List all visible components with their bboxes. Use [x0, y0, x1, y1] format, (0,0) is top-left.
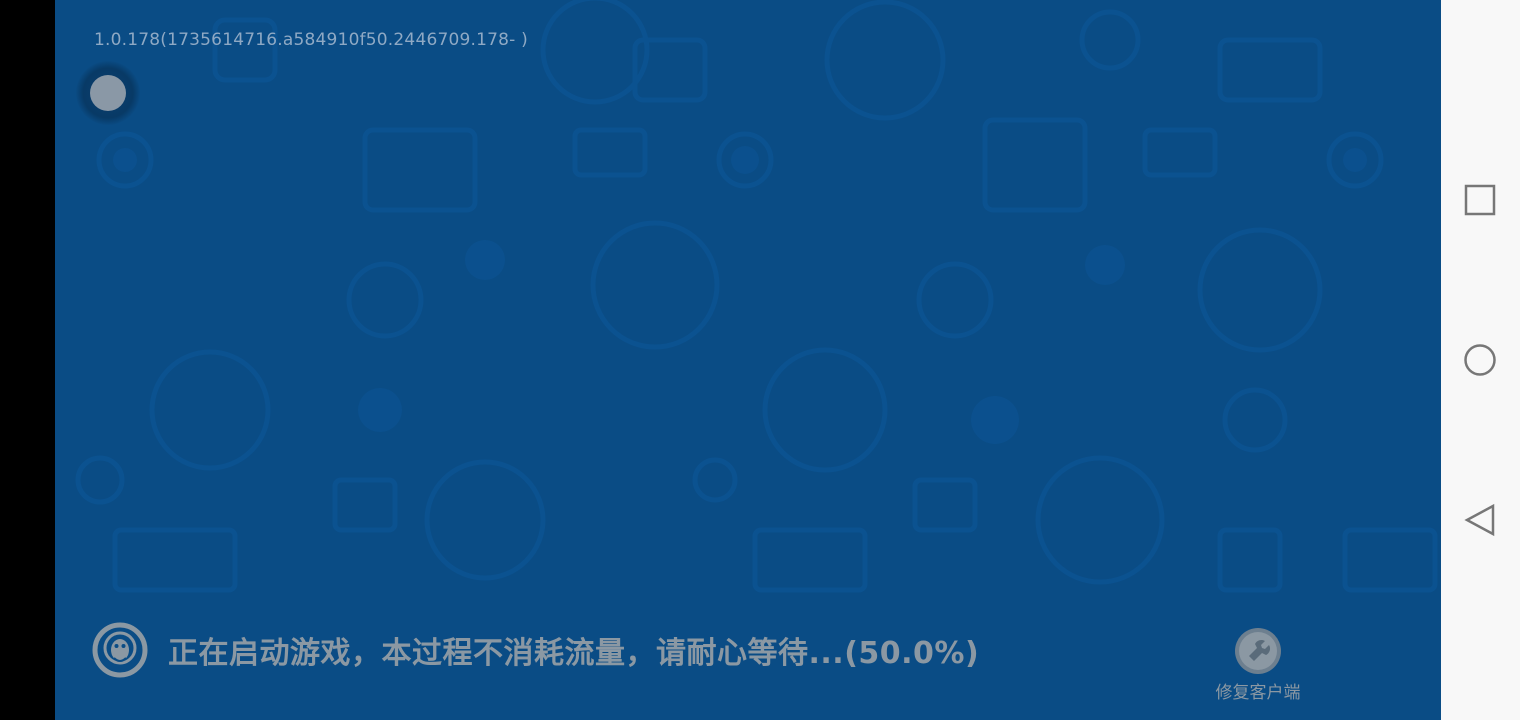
recents-button[interactable]: [1460, 180, 1500, 220]
background-doodle-pattern: [75, 0, 1438, 593]
repair-client-label: 修复客户端: [1215, 683, 1301, 703]
loading-progress-text: 正在启动游戏，本过程不消耗流量，请耐心等待...(50.0%): [168, 636, 980, 671]
app-screen: 1.0.178(1735614716.a584910f50.2446709.17…: [0, 0, 1520, 720]
android-navigation-bar: [1441, 0, 1520, 720]
triangle-back-icon: [1464, 503, 1495, 537]
game-loading-screen: 1.0.178(1735614716.a584910f50.2446709.17…: [55, 0, 1441, 720]
repair-client-icon: [1235, 628, 1281, 674]
circle-icon: [1464, 344, 1496, 376]
square-icon: [1464, 184, 1496, 216]
loading-status-bar: 正在启动游戏，本过程不消耗流量，请耐心等待...(50.0%): [92, 618, 979, 682]
repair-client-button[interactable]: 修复客户端: [1205, 626, 1311, 703]
home-button[interactable]: [1460, 340, 1500, 380]
back-button[interactable]: [1460, 500, 1500, 540]
qq-penguin-icon: [92, 622, 148, 678]
floating-ball-dot: [90, 75, 126, 111]
floating-ball-icon[interactable]: [76, 61, 140, 125]
left-black-bar: [0, 0, 55, 720]
version-string: 1.0.178(1735614716.a584910f50.2446709.17…: [94, 30, 528, 50]
